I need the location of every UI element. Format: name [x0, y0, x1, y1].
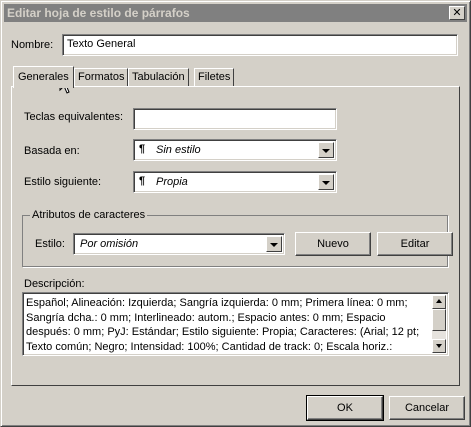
based-on-select[interactable]: ¶ Sin estilo	[133, 139, 337, 161]
description-line: Español; Alineación: Izquierda; Sangría …	[26, 297, 408, 309]
new-button[interactable]: Nuevo	[295, 232, 371, 256]
tab-panel-generales: Teclas equivalentes: Basada en: ¶ Sin es…	[11, 86, 460, 386]
tab-generales-label: Generales	[18, 71, 69, 83]
description-line: después: 0 mm; PyJ: Estándar; Estilo sig…	[26, 326, 420, 338]
pilcrow-icon: ¶	[139, 143, 146, 155]
tab-tabulacion[interactable]: Tabulación	[128, 68, 189, 86]
cancel-button[interactable]: Cancelar	[389, 396, 465, 420]
title-bar: Editar hoja de estilo de párrafos ✕	[4, 4, 467, 22]
keys-label: Teclas equivalentes:	[24, 111, 124, 123]
close-button[interactable]: ✕	[449, 6, 465, 20]
char-style-label: Estilo:	[35, 238, 65, 250]
description-line: Sangría dcha.: 0 mm; Interlineado: autom…	[26, 311, 386, 324]
cancel-button-label: Cancelar	[404, 402, 450, 414]
name-value: Texto General	[67, 38, 136, 50]
description-scrollbar[interactable]	[432, 295, 446, 353]
tab-tabulacion-label: Tabulación	[132, 71, 185, 83]
scroll-down-button[interactable]	[432, 339, 446, 353]
keys-input[interactable]	[133, 108, 337, 130]
description-text: Español; Alineación: Izquierda; Sangría …	[26, 296, 430, 354]
description-label: Descripción:	[24, 278, 85, 290]
description-box[interactable]: Español; Alineación: Izquierda; Sangría …	[22, 292, 449, 356]
description-line: Texto común; Negro; Intensidad: 100%; Ca…	[26, 340, 393, 353]
triangle-up-icon	[436, 299, 442, 303]
next-style-value: Propia	[156, 176, 188, 188]
edit-button-label: Editar	[400, 238, 430, 250]
name-label: Nombre:	[11, 39, 54, 51]
tab-generales[interactable]: Generales	[13, 66, 74, 88]
tab-formatos[interactable]: Formatos	[74, 68, 129, 86]
pilcrow-icon: ¶	[139, 175, 146, 187]
char-style-select[interactable]: Por omisión	[73, 233, 285, 255]
close-icon: ✕	[452, 7, 462, 19]
chevron-down-icon[interactable]	[266, 236, 282, 252]
name-input[interactable]: Texto General	[62, 34, 458, 56]
ok-button-label: OK	[337, 402, 353, 414]
triangle-down-icon	[436, 344, 442, 348]
chevron-down-icon[interactable]	[318, 142, 334, 158]
ok-button[interactable]: OK	[306, 395, 384, 421]
next-style-select[interactable]: ¶ Propia	[133, 171, 337, 193]
window-title: Editar hoja de estilo de párrafos	[7, 6, 190, 20]
chevron-down-icon[interactable]	[318, 174, 334, 190]
tab-filetes[interactable]: Filetes	[194, 68, 235, 86]
edit-button[interactable]: Editar	[377, 232, 453, 256]
tab-formatos-label: Formatos	[78, 71, 125, 83]
based-on-label: Basada en:	[24, 145, 80, 157]
new-button-label: Nuevo	[317, 238, 349, 250]
based-on-value: Sin estilo	[156, 144, 201, 156]
char-attrs-group-label: Atributos de caracteres	[30, 209, 148, 221]
scroll-up-button[interactable]	[432, 295, 446, 309]
tab-filetes-label: Filetes	[198, 71, 231, 83]
next-style-label: Estilo siguiente:	[24, 176, 102, 188]
char-style-value: Por omisión	[80, 238, 139, 250]
scroll-thumb[interactable]	[432, 309, 446, 331]
dialog-window: Editar hoja de estilo de párrafos ✕ Nomb…	[0, 0, 471, 427]
char-attrs-group: Atributos de caracteres Estilo: Por omis…	[22, 209, 453, 267]
